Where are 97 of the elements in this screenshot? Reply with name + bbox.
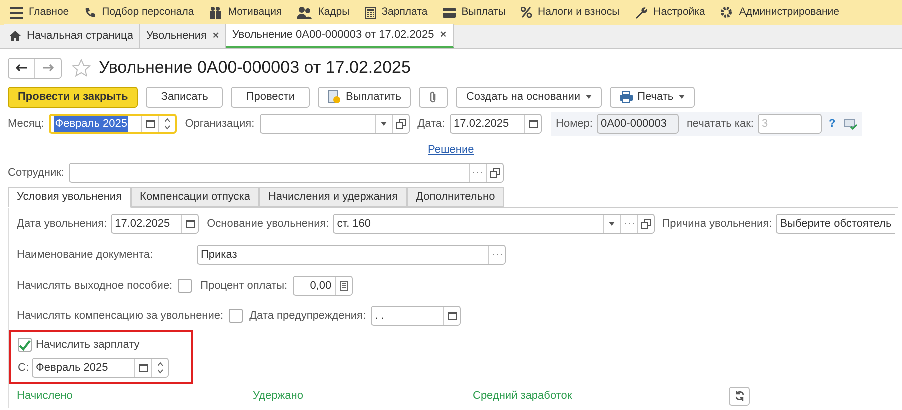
field-label: Дата: xyxy=(418,116,446,132)
calculator-icon xyxy=(340,281,348,291)
field-label: Месяц: xyxy=(8,116,44,132)
right-arrow-icon xyxy=(42,64,54,72)
input-field[interactable]: 0,00 xyxy=(292,276,353,296)
open-window-icon xyxy=(396,119,406,129)
section-heading: Начислено xyxy=(17,390,73,402)
input-field[interactable] xyxy=(260,114,410,134)
star-icon[interactable] xyxy=(72,59,91,77)
decision-link[interactable]: Решение xyxy=(428,142,474,158)
input-field[interactable]: 17.02.2025 xyxy=(111,214,200,234)
form-tab[interactable]: Начисления и удержания xyxy=(259,187,408,207)
caret-icon xyxy=(678,95,685,99)
left-arrow-icon xyxy=(16,64,27,72)
post-and-close-button[interactable]: Провести и закрыть xyxy=(8,86,138,108)
open-window-icon xyxy=(641,219,652,229)
field-label: С: xyxy=(18,360,29,376)
menu-item[interactable]: Главное xyxy=(29,4,70,20)
printer-icon xyxy=(620,91,633,103)
menu-item[interactable]: Подбор персонала xyxy=(102,4,194,20)
input-field[interactable]: Февраль 2025 xyxy=(49,114,178,134)
input-field[interactable]: ст. 160 xyxy=(333,214,656,234)
field-label: Дата увольнения: xyxy=(17,216,108,232)
field-label: Наименование документа: xyxy=(17,248,154,263)
checkbox[interactable] xyxy=(228,309,243,323)
field-label: Номер: xyxy=(556,116,593,132)
field-label: Процент оплаты: xyxy=(200,278,288,294)
open-window-icon xyxy=(490,168,500,178)
refresh-button[interactable] xyxy=(729,386,750,406)
input-field[interactable]: Февраль 2025 xyxy=(32,358,169,378)
input-field[interactable]: . . xyxy=(371,306,462,326)
menu-icon xyxy=(10,6,23,18)
field-label: Начислять компенсацию за увольнение: xyxy=(17,308,224,324)
menu-item[interactable]: Налоги и взносы xyxy=(538,4,620,20)
calendar-button[interactable] xyxy=(134,359,151,377)
spin-arrows-icon xyxy=(158,362,162,374)
wrench-icon xyxy=(634,6,648,19)
refresh-icon xyxy=(734,391,744,401)
section-heading: Средний заработок xyxy=(473,390,572,402)
calendar-icon xyxy=(448,312,457,320)
menu-item[interactable]: Мотивация xyxy=(228,4,282,20)
create-based-on-button[interactable]: Создать на основании xyxy=(456,86,602,108)
pay-button[interactable]: Выплатить xyxy=(318,86,412,108)
menu-item[interactable]: Зарплата xyxy=(382,4,428,20)
percent-icon xyxy=(521,7,532,18)
print-button[interactable]: Печать xyxy=(610,86,695,108)
checkbox-label[interactable]: Начислить зарплату xyxy=(36,336,140,354)
people-icon xyxy=(297,6,312,18)
field-label: Основание увольнения: xyxy=(207,216,330,232)
toolbar-button[interactable]: Записать xyxy=(146,86,224,108)
form-tab[interactable]: Компенсации отпуска xyxy=(131,187,260,207)
calendar-icon xyxy=(528,120,538,128)
attach-button[interactable] xyxy=(419,86,448,108)
document-tab[interactable]: Начальная страница xyxy=(4,24,140,48)
phone-icon xyxy=(84,6,96,18)
calculator-icon xyxy=(364,6,376,18)
help-link[interactable]: ? xyxy=(828,116,836,132)
input-field[interactable]: 17.02.2025 xyxy=(450,114,542,134)
close-button[interactable]: × xyxy=(212,28,220,44)
calendar-icon xyxy=(146,120,155,128)
caret-icon xyxy=(609,222,616,226)
input-field[interactable] xyxy=(68,163,504,183)
calendar-icon xyxy=(186,220,195,228)
field-label: Дата предупреждения: xyxy=(250,308,366,324)
form-tab[interactable]: Условия увольнения xyxy=(8,187,132,208)
field-label: Начислять выходное пособие: xyxy=(17,278,173,294)
document-tab[interactable]: Увольнение 0A00-000003 от 17.02.2025 × xyxy=(226,24,454,48)
input-field[interactable]: Выберите обстоятель xyxy=(776,214,895,234)
paperclip-icon xyxy=(429,90,438,104)
comment-icon[interactable] xyxy=(844,118,857,130)
caret-icon xyxy=(586,95,592,99)
document-title: Увольнение 0A00-000003 от 17.02.2025 xyxy=(99,57,411,80)
form-tab[interactable]: Дополнительно xyxy=(407,187,504,207)
open-button[interactable] xyxy=(486,164,502,182)
menu-item[interactable]: Выплаты xyxy=(462,4,506,20)
calendar-icon xyxy=(138,364,148,372)
menu-item[interactable]: Администрирование xyxy=(739,4,840,20)
menu-item[interactable]: Кадры xyxy=(318,4,350,20)
document-coin-icon xyxy=(328,90,341,104)
menu-item[interactable]: Настройка xyxy=(654,4,706,20)
field-label: Организация: xyxy=(185,116,255,132)
field-label: Причина увольнения: xyxy=(662,216,772,232)
input-field[interactable]: 0A00-000003 xyxy=(596,114,679,134)
field-label: печатать как: xyxy=(686,116,754,132)
input-field[interactable]: Приказ xyxy=(197,245,506,265)
close-button[interactable]: × xyxy=(440,26,447,44)
caret-icon xyxy=(380,122,387,126)
card-icon xyxy=(442,8,456,18)
field-label: Сотрудник: xyxy=(8,166,64,181)
open-button[interactable] xyxy=(392,115,409,133)
home-icon xyxy=(10,31,21,41)
document-tab[interactable]: Увольнения × xyxy=(140,24,226,48)
toolbar-button[interactable]: Провести xyxy=(231,86,310,108)
section-heading: Удержано xyxy=(253,390,304,402)
spin-arrows-icon xyxy=(164,118,170,130)
checkbox[interactable] xyxy=(178,279,192,293)
checkbox[interactable] xyxy=(18,338,32,352)
